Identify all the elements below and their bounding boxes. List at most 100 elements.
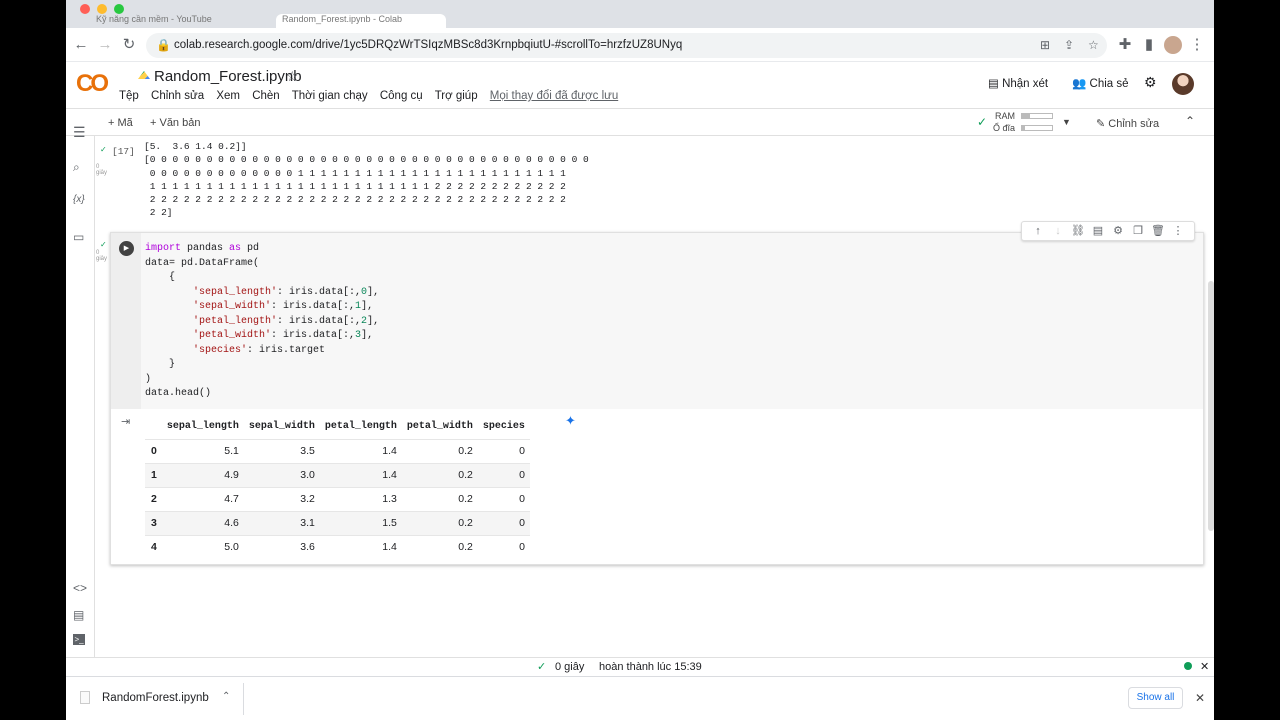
chevron-up-icon[interactable]: ⌃ xyxy=(222,691,230,702)
code-text[interactable]: import pandas as pd data= pd.DataFrame( … xyxy=(145,242,379,402)
sidepanel-icon[interactable]: ▮ xyxy=(1140,36,1158,54)
url-text[interactable]: colab.research.google.com/drive/1yc5DRQz… xyxy=(174,39,682,51)
table-header-row: sepal_length sepal_width petal_length pe… xyxy=(145,415,530,439)
table-row: 2 4.7 3.2 1.3 0.2 0 xyxy=(145,487,530,511)
address-bar[interactable]: 🔒 colab.research.google.com/drive/1yc5DR… xyxy=(146,33,1107,58)
terminal-icon[interactable]: >_ xyxy=(73,634,85,645)
translate-icon[interactable]: ⊞ xyxy=(1040,38,1050,52)
run-cell-button[interactable]: ▶ xyxy=(119,241,134,256)
row-index: 4 xyxy=(151,541,157,554)
table-cell: 1.3 xyxy=(382,493,397,505)
ram-usage-bar[interactable] xyxy=(1021,113,1053,119)
ram-label: RAM xyxy=(995,111,1015,121)
menu-edit[interactable]: Chỉnh sửa xyxy=(151,90,204,102)
user-avatar[interactable] xyxy=(1172,73,1194,95)
saved-status-link[interactable]: Mọi thay đổi đã được lưu xyxy=(490,90,618,102)
minimize-window-button[interactable] xyxy=(97,4,107,14)
variables-icon[interactable]: {x} xyxy=(73,194,85,205)
tab-youtube[interactable]: Kỹ năng cần mềm - YouTube xyxy=(96,14,246,28)
back-icon[interactable]: ← xyxy=(72,36,90,54)
column-header: species xyxy=(482,421,525,433)
disk-usage-fill xyxy=(1022,126,1025,130)
extensions-icon[interactable]: ✚ xyxy=(1116,36,1134,54)
bookmark-star-icon[interactable]: ☆ xyxy=(1088,38,1099,52)
add-code-button[interactable]: + Mã xyxy=(108,117,133,129)
column-header: petal_width xyxy=(406,421,473,433)
menu-insert[interactable]: Chèn xyxy=(252,90,280,102)
dataframe-table: sepal_length sepal_width petal_length pe… xyxy=(145,415,530,559)
table-cell: 0 xyxy=(477,511,530,535)
code-snippets-icon[interactable]: <> xyxy=(73,581,87,595)
profile-avatar-icon[interactable] xyxy=(1164,36,1182,54)
add-text-button[interactable]: + Văn bản xyxy=(150,117,200,129)
table-cell: 0.2 xyxy=(401,511,478,535)
reload-icon[interactable]: ↻ xyxy=(120,36,138,54)
resources-dropdown-icon[interactable]: ▼ xyxy=(1062,117,1071,127)
toc-icon[interactable]: ☰ xyxy=(73,124,86,141)
edit-mode-button[interactable]: ✎ Chỉnh sửa xyxy=(1096,117,1159,130)
close-downloads-icon[interactable]: ✕ xyxy=(1195,691,1205,705)
edit-mode-label: Chỉnh sửa xyxy=(1108,118,1160,130)
browser-menu-icon[interactable]: ⋮ xyxy=(1188,36,1206,54)
column-header: sepal_width xyxy=(248,421,315,433)
link-icon[interactable]: ⛓ xyxy=(1068,224,1088,237)
menu-file[interactable]: Tệp xyxy=(119,90,139,102)
status-completed[interactable]: hoàn thành lúc 15:39 xyxy=(599,661,702,673)
star-icon[interactable]: ☆ xyxy=(286,68,299,85)
collapse-header-icon[interactable]: ⌃ xyxy=(1185,114,1195,128)
magic-wand-icon[interactable]: ✦ xyxy=(565,413,576,429)
drive-icon xyxy=(138,71,150,79)
close-status-icon[interactable]: ✕ xyxy=(1200,660,1209,673)
content-scrollbar[interactable] xyxy=(1208,281,1214,531)
notebook-title[interactable]: Random_Forest.ipynb xyxy=(138,68,302,85)
comment-cell-icon[interactable]: ▤ xyxy=(1088,224,1108,237)
colab-logo-text: CO xyxy=(76,70,109,97)
table-cell: 3.6 xyxy=(300,541,315,554)
notebook-title-text[interactable]: Random_Forest.ipynb xyxy=(154,68,302,85)
cell17-status-check-icon: ✓ xyxy=(100,145,107,154)
more-icon[interactable]: ⋮ xyxy=(1168,224,1188,237)
download-filename[interactable]: RandomForest.ipynb xyxy=(102,692,209,704)
code-cell[interactable]: ▶ import pandas as pd data= pd.DataFrame… xyxy=(110,221,1204,565)
disk-label: Ổ đĩa xyxy=(993,123,1016,133)
disk-usage-bar[interactable] xyxy=(1021,125,1053,131)
browser-toolbar: ← → ↻ 🔒 colab.research.google.com/drive/… xyxy=(66,28,1214,62)
forward-icon[interactable]: → xyxy=(96,36,114,54)
ram-usage-fill xyxy=(1022,114,1031,118)
table-cell: 0 xyxy=(519,493,525,505)
search-icon[interactable]: ⌕ xyxy=(73,160,80,175)
menu-help[interactable]: Trợ giúp xyxy=(435,90,478,102)
table-cell: 3.2 xyxy=(300,493,315,505)
share-page-icon[interactable]: ⇪ xyxy=(1064,38,1074,52)
cell-settings-icon[interactable]: ⚙ xyxy=(1108,224,1128,237)
menu-runtime[interactable]: Thời gian chạy xyxy=(292,90,368,102)
move-down-icon[interactable]: ↓ xyxy=(1048,225,1068,237)
code-editor[interactable]: import pandas as pd data= pd.DataFrame( … xyxy=(141,233,1203,409)
mirror-cell-icon[interactable]: ❐ xyxy=(1128,224,1148,237)
table-cell: 5.0 xyxy=(224,541,239,554)
delete-icon[interactable]: 🗑 xyxy=(1148,224,1168,237)
connection-status-dot xyxy=(1184,662,1192,670)
close-window-button[interactable] xyxy=(80,4,90,14)
maximize-window-button[interactable] xyxy=(114,4,124,14)
cell-toolbar: ↑ ↓ ⛓ ▤ ⚙ ❐ 🗑 ⋮ xyxy=(1021,221,1195,241)
comment-button[interactable]: ▤ Nhận xét xyxy=(988,76,1048,90)
files-folder-icon[interactable]: ▭ xyxy=(73,230,84,244)
share-button[interactable]: 👥 Chia sẻ xyxy=(1072,76,1129,90)
menu-view[interactable]: Xem xyxy=(216,90,240,102)
move-up-icon[interactable]: ↑ xyxy=(1028,225,1048,237)
colab-logo[interactable]: CO xyxy=(76,70,109,98)
download-item[interactable]: RandomForest.ipynb ⌃ xyxy=(80,687,244,711)
output-actions-icon[interactable]: ⇥ xyxy=(121,415,130,428)
tab-colab[interactable]: Random_Forest.ipynb - Colab xyxy=(276,14,446,28)
table-cell: 1.4 xyxy=(319,463,402,487)
index-header xyxy=(145,415,162,439)
browser-window: Kỹ năng cần mềm - YouTube Random_Forest.… xyxy=(66,0,1214,720)
table-cell: 0.2 xyxy=(401,463,478,487)
command-palette-icon[interactable]: ▤ xyxy=(73,608,84,622)
column-header: sepal_length xyxy=(166,421,239,433)
left-rail: ☰ ⌕ {x} ▭ <> ▤ >_ xyxy=(66,124,95,657)
menu-tools[interactable]: Công cụ xyxy=(380,90,423,102)
settings-gear-icon[interactable]: ⚙ xyxy=(1144,74,1157,91)
show-all-button[interactable]: Show all xyxy=(1128,687,1183,709)
